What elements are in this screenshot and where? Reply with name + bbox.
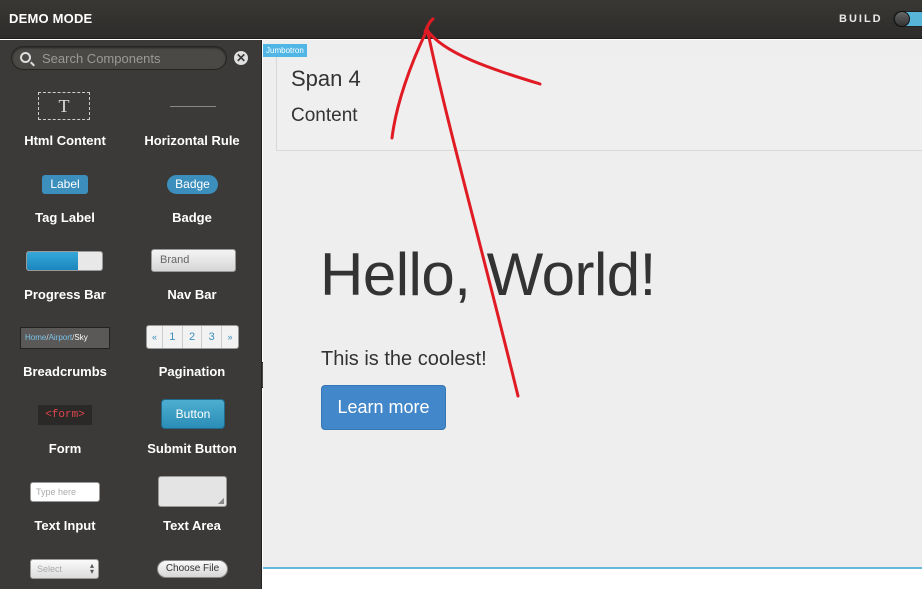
select-arrows-icon: ▴ ▾ [89, 561, 94, 576]
search-input[interactable]: Search Components [11, 46, 227, 70]
clear-icon[interactable]: ✕ [234, 51, 248, 65]
hero-subtitle: This is the coolest! [321, 348, 487, 370]
search-icon [20, 52, 31, 63]
component-label-tag-label[interactable]: Tag Label [0, 210, 130, 225]
badge-preview[interactable]: Badge [167, 175, 218, 194]
pagination-next: » [227, 332, 233, 342]
component-label-form[interactable]: Form [0, 441, 130, 456]
app-title: DEMO MODE [9, 11, 93, 26]
component-label-submit-button[interactable]: Submit Button [127, 441, 257, 456]
component-label-horizontal-rule[interactable]: Horizontal Rule [127, 133, 257, 148]
resize-grip-icon: ◢ [217, 496, 224, 505]
breadcrumb-home: Home [25, 333, 47, 342]
toggle-switch-icon [894, 11, 910, 27]
text-area-preview[interactable]: ◢ [158, 476, 227, 507]
span4-title: Span 4 [291, 66, 361, 91]
nav-bar-preview[interactable]: Brand [151, 249, 236, 272]
horizontal-rule-preview[interactable] [170, 106, 216, 107]
component-label-breadcrumbs[interactable]: Breadcrumbs [0, 364, 130, 379]
components-sidebar: Search Components ✕ T Html Content Horiz… [0, 40, 262, 589]
build-mode-label: BUILD [839, 13, 883, 25]
learn-more-button[interactable]: Learn more [321, 385, 446, 430]
html-content-preview[interactable]: T [38, 92, 90, 120]
nav-bar-brand: Brand [160, 254, 190, 266]
component-label-pagination[interactable]: Pagination [127, 364, 257, 379]
component-label-badge[interactable]: Badge [127, 210, 257, 225]
pagination-preview[interactable]: « 1 2 3 » [146, 325, 239, 349]
select-value: Select [37, 564, 63, 574]
search-placeholder: Search Components [42, 51, 161, 66]
component-label-progress-bar[interactable]: Progress Bar [0, 287, 130, 302]
span4-block[interactable] [276, 57, 922, 151]
pagination-page: 1 [163, 326, 183, 348]
text-input-preview[interactable]: Type here [30, 482, 100, 502]
submit-button-preview[interactable]: Button [161, 399, 225, 429]
progress-bar-fill [27, 252, 78, 270]
top-bar: DEMO MODE BUILD [0, 0, 922, 39]
breadcrumb-airport: Airport [48, 333, 73, 342]
breadcrumb-sky: Sky [74, 333, 88, 342]
span4-content: Content [291, 105, 358, 126]
breadcrumbs-preview[interactable]: Home/Airport/Sky [20, 327, 110, 349]
form-preview[interactable]: <form> [38, 405, 92, 425]
component-label-html-content[interactable]: Html Content [0, 133, 130, 148]
component-label-text-input[interactable]: Text Input [0, 518, 130, 533]
canvas-bottom-border [263, 567, 922, 569]
html-content-preview-text: T [58, 96, 70, 116]
build-toggle[interactable] [893, 11, 922, 27]
component-label-text-area[interactable]: Text Area [127, 518, 257, 533]
pagination-page: 3 [202, 326, 223, 348]
pagination-page: 2 [183, 326, 203, 348]
hero-title: Hello, World! [320, 241, 656, 308]
jumbotron-tag[interactable]: Jumbotron [263, 44, 307, 57]
select-preview[interactable]: Select ▴ ▾ [30, 559, 99, 579]
component-label-nav-bar[interactable]: Nav Bar [127, 287, 257, 302]
file-input-preview[interactable]: Choose File [157, 560, 228, 578]
pagination-prev: « [147, 326, 163, 348]
progress-bar-preview[interactable] [26, 251, 103, 271]
tag-label-preview[interactable]: Label [42, 175, 88, 194]
text-input-placeholder: Type here [36, 487, 77, 497]
